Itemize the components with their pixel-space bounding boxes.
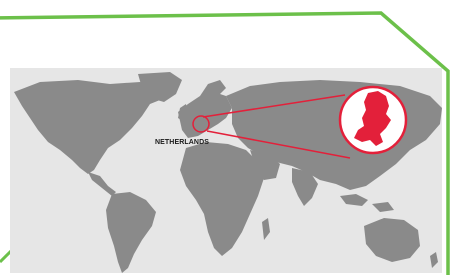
callout-line-top	[202, 94, 346, 118]
locator-circle	[192, 115, 210, 133]
zoom-callout	[192, 85, 408, 159]
callout-line-bottom	[206, 130, 351, 159]
country-label: NETHERLANDS	[155, 139, 209, 146]
